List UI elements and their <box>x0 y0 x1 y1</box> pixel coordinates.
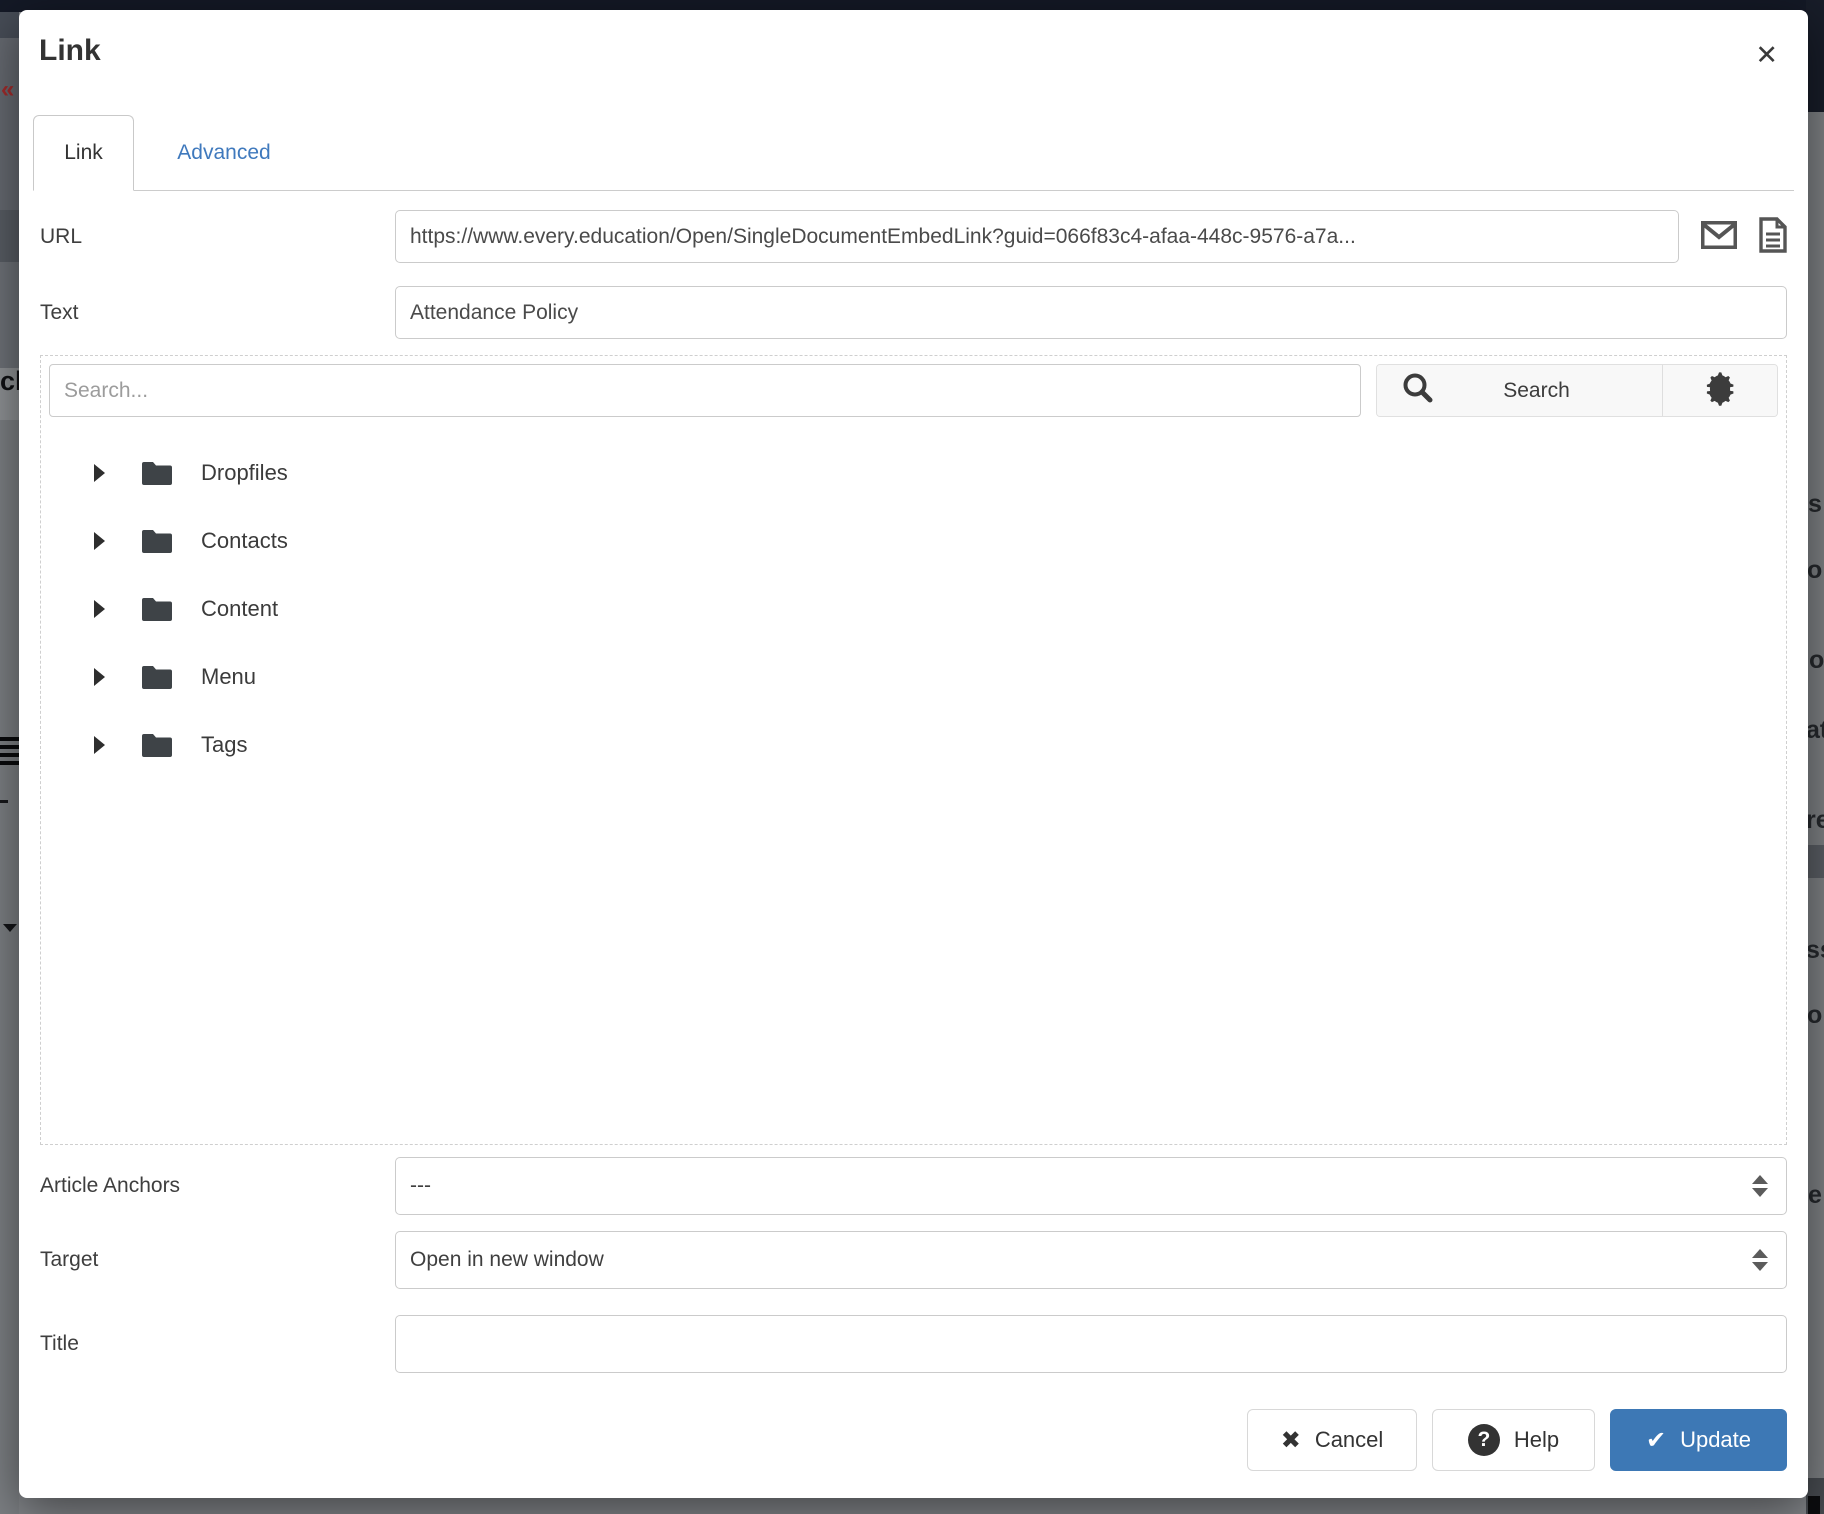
folder-tree: Dropfiles Contacts Content Menu Tags <box>49 439 1778 779</box>
help-question-icon: ? <box>1467 1424 1500 1456</box>
title-label: Title <box>40 1332 79 1355</box>
tab-advanced[interactable]: Advanced <box>134 115 314 190</box>
link-text-input[interactable] <box>395 286 1787 339</box>
search-button-group: Search <box>1376 364 1778 417</box>
document-icon <box>1759 217 1787 256</box>
tree-item-label: Menu <box>201 664 257 689</box>
caret-right-icon[interactable] <box>94 736 105 754</box>
gear-icon <box>1703 372 1737 409</box>
dialog-footer: ✖ Cancel ? Help ✔ Update <box>1247 1409 1787 1471</box>
search-button-label: Search <box>1503 378 1570 402</box>
underlay-text-fragment: at <box>1806 716 1824 744</box>
article-anchors-value: --- <box>410 1174 431 1197</box>
target-row: Target Open in new window <box>40 1231 1787 1289</box>
search-input[interactable] <box>49 364 1361 417</box>
text-label: Text <box>40 300 79 324</box>
underlay-dash <box>0 800 8 803</box>
title-row: Title <box>40 1315 1787 1373</box>
article-anchors-row: Article Anchors --- <box>40 1157 1787 1215</box>
search-row: Search <box>49 364 1778 417</box>
underlay-left-band <box>0 38 19 210</box>
underlay-text-fragment: ss <box>1806 936 1824 964</box>
check-icon: ✔ <box>1645 1426 1667 1454</box>
search-options-button[interactable] <box>1662 365 1777 416</box>
underlay-right-band <box>1806 845 1824 878</box>
cancel-x-icon: ✖ <box>1280 1426 1301 1454</box>
underlay-text-fragment: ol <box>1807 556 1824 584</box>
underlay-left-band <box>0 12 19 38</box>
target-value: Open in new window <box>410 1248 604 1271</box>
target-select[interactable]: Open in new window <box>395 1231 1787 1289</box>
text-row: Text <box>40 286 1787 339</box>
link-form: URL Text <box>40 200 1787 1373</box>
target-label: Target <box>40 1248 99 1271</box>
caret-right-icon[interactable] <box>94 668 105 686</box>
caret-right-icon[interactable] <box>94 532 105 550</box>
underlay-text-fragment: o <box>1809 646 1824 674</box>
tree-item-tags[interactable]: Tags <box>49 711 1778 779</box>
folder-icon <box>141 732 173 758</box>
underlay-left-band <box>0 420 19 1514</box>
tree-item-contacts[interactable]: Contacts <box>49 507 1778 575</box>
tree-item-menu[interactable]: Menu <box>49 643 1778 711</box>
underlay-right-band <box>1808 1496 1820 1514</box>
article-anchors-select[interactable]: --- <box>395 1157 1787 1215</box>
search-button[interactable]: Search <box>1377 365 1662 416</box>
select-arrows-icon <box>1752 1249 1768 1271</box>
underlay-left-band <box>0 210 19 262</box>
underlay-text-fragment: e <box>1808 1181 1822 1209</box>
underlay-align-icon <box>0 737 19 769</box>
email-link-button[interactable] <box>1700 220 1738 252</box>
underlay-text-fragment: s <box>1808 490 1822 518</box>
help-button-label: Help <box>1513 1427 1560 1452</box>
folder-icon <box>141 664 173 690</box>
update-button-label: Update <box>1680 1427 1752 1452</box>
folder-icon <box>141 460 173 486</box>
dialog-title: Link <box>39 34 101 67</box>
caret-right-icon[interactable] <box>94 464 105 482</box>
url-row: URL <box>40 210 1787 263</box>
folder-icon <box>141 528 173 554</box>
tab-link[interactable]: Link <box>33 115 134 191</box>
search-icon <box>1401 371 1435 411</box>
document-link-button[interactable] <box>1759 217 1787 256</box>
tree-item-label: Content <box>201 596 279 621</box>
cancel-button[interactable]: ✖ Cancel <box>1247 1409 1417 1471</box>
help-button[interactable]: ? Help <box>1432 1409 1595 1471</box>
url-input[interactable] <box>395 210 1679 263</box>
underlay-header-corner <box>1806 0 1824 112</box>
tree-item-content[interactable]: Content <box>49 575 1778 643</box>
envelope-icon <box>1700 220 1738 252</box>
underlay-red-fragment: « <box>1 76 15 103</box>
link-browser-panel: Search Dropfiles <box>40 355 1787 1145</box>
tree-item-dropfiles[interactable]: Dropfiles <box>49 439 1778 507</box>
article-anchors-label: Article Anchors <box>40 1174 181 1197</box>
tree-item-label: Dropfiles <box>201 460 288 485</box>
title-input[interactable] <box>395 1315 1787 1373</box>
underlay-dropdown-caret <box>3 924 17 932</box>
tree-item-label: Contacts <box>201 528 288 553</box>
link-dialog: Link ✕ Link Advanced URL https://www.eve… <box>19 10 1808 1498</box>
caret-right-icon[interactable] <box>94 600 105 618</box>
folder-icon <box>141 596 173 622</box>
close-icon[interactable]: ✕ <box>1755 42 1778 69</box>
underlay-left-band <box>0 262 19 368</box>
underlay-text-fragment: re <box>1806 806 1824 834</box>
url-label: URL <box>40 224 83 248</box>
tree-item-label: Tags <box>201 732 248 757</box>
cancel-button-label: Cancel <box>1314 1427 1384 1452</box>
underlay-text-fragment: ol <box>1807 1001 1824 1029</box>
tab-bar: Link Advanced <box>33 115 1794 191</box>
url-helper-icons <box>1679 217 1787 256</box>
select-arrows-icon <box>1752 1175 1768 1197</box>
update-button[interactable]: ✔ Update <box>1610 1409 1787 1471</box>
